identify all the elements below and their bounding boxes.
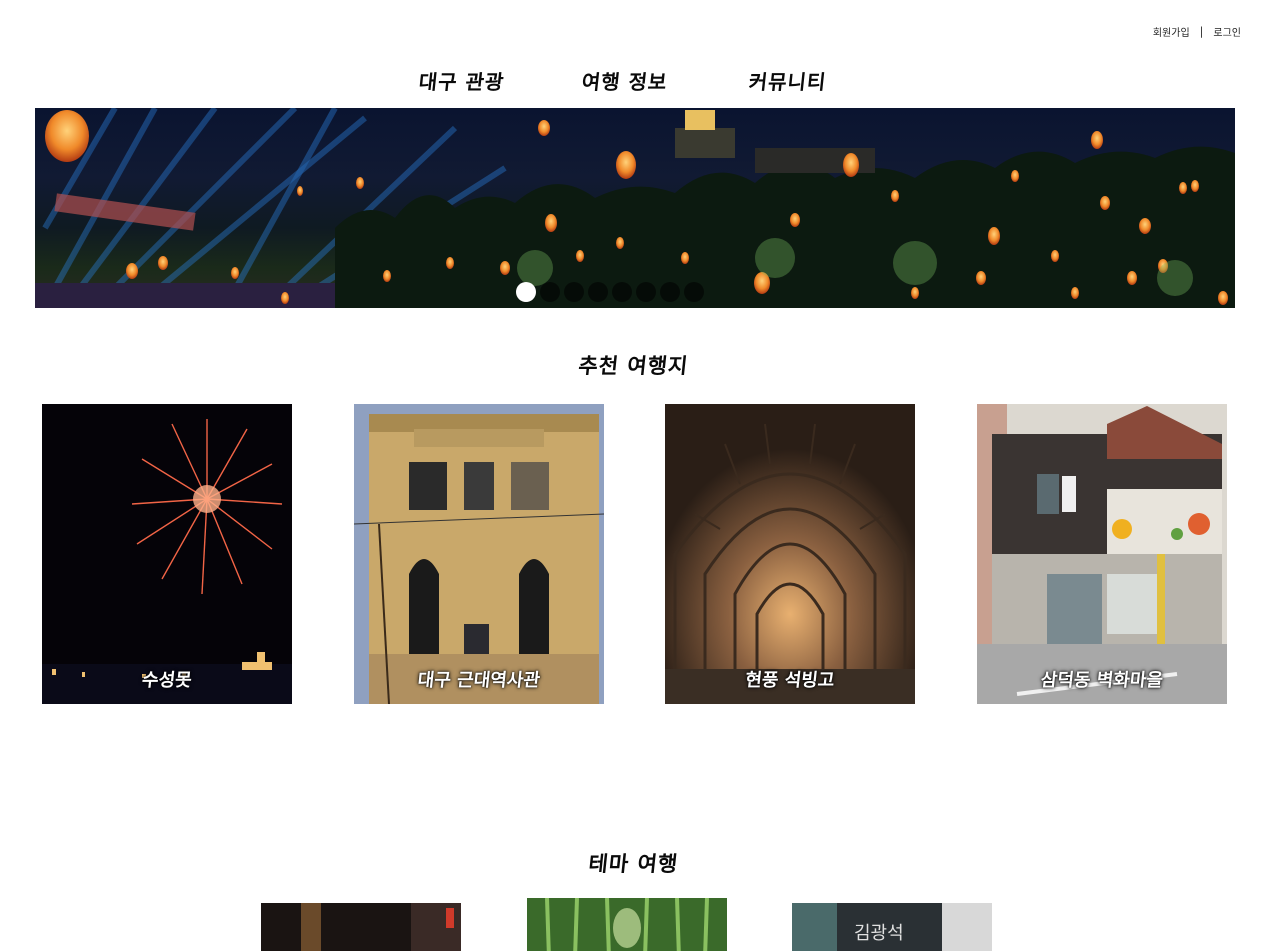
carousel-dot-4[interactable]: [588, 282, 608, 302]
mural-building-image: [977, 404, 1227, 704]
night-alley-image: [261, 903, 461, 951]
recommended-title: 추천 여행지: [577, 354, 690, 378]
theme-card-mural-sign[interactable]: 김광석: [792, 903, 992, 951]
destination-card-samdeok-mural-village[interactable]: 삼덕동 벽화마을: [977, 404, 1227, 704]
fireworks-image: [42, 404, 292, 704]
carousel-dots: [516, 282, 704, 302]
destination-label: 현풍 석빙고: [744, 670, 836, 691]
carousel-dot-3[interactable]: [564, 282, 584, 302]
login-link[interactable]: 로그인: [1213, 24, 1241, 39]
destination-label: 대구 근대역사관: [416, 670, 542, 691]
theme-card-bamboo-forest[interactable]: [527, 898, 727, 951]
carousel-dot-6[interactable]: [636, 282, 656, 302]
lantern-festival-image: [35, 108, 1235, 308]
sign-text: 김광석: [854, 923, 904, 944]
destination-card-hyeonpung-seokbinggo[interactable]: 현풍 석빙고: [665, 404, 915, 704]
destination-label: 수성못: [140, 670, 193, 691]
destination-card-suseongmot[interactable]: 수성못: [42, 404, 292, 704]
nav-item-daegu-tour[interactable]: 대구 관광: [417, 66, 506, 95]
carousel-dot-5[interactable]: [612, 282, 632, 302]
destination-label: 삼덕동 벽화마을: [1039, 670, 1165, 691]
link-separator: |: [1199, 25, 1204, 38]
carousel-dot-7[interactable]: [660, 282, 680, 302]
nav-item-travel-info[interactable]: 여행 정보: [580, 66, 669, 95]
bamboo-forest-image: [527, 898, 727, 951]
signup-link[interactable]: 회원가입: [1153, 24, 1190, 39]
carousel-dot-1[interactable]: [516, 282, 536, 302]
stone-tunnel-image: [665, 404, 915, 704]
carousel-dot-8[interactable]: [684, 282, 704, 302]
destination-card-modern-history-museum[interactable]: 대구 근대역사관: [354, 404, 604, 704]
hero-banner[interactable]: [35, 108, 1235, 308]
main-nav: 대구 관광 여행 정보 커뮤니티: [0, 66, 1267, 96]
carousel-dot-2[interactable]: [540, 282, 560, 302]
theme-card-night-alley[interactable]: [261, 903, 461, 951]
signboard-image: 김광석: [792, 903, 992, 951]
historic-building-image: [354, 404, 604, 704]
nav-item-community[interactable]: 커뮤니티: [747, 66, 828, 95]
theme-title: 테마 여행: [587, 852, 680, 876]
account-links: 회원가입 | 로그인: [1153, 24, 1241, 39]
